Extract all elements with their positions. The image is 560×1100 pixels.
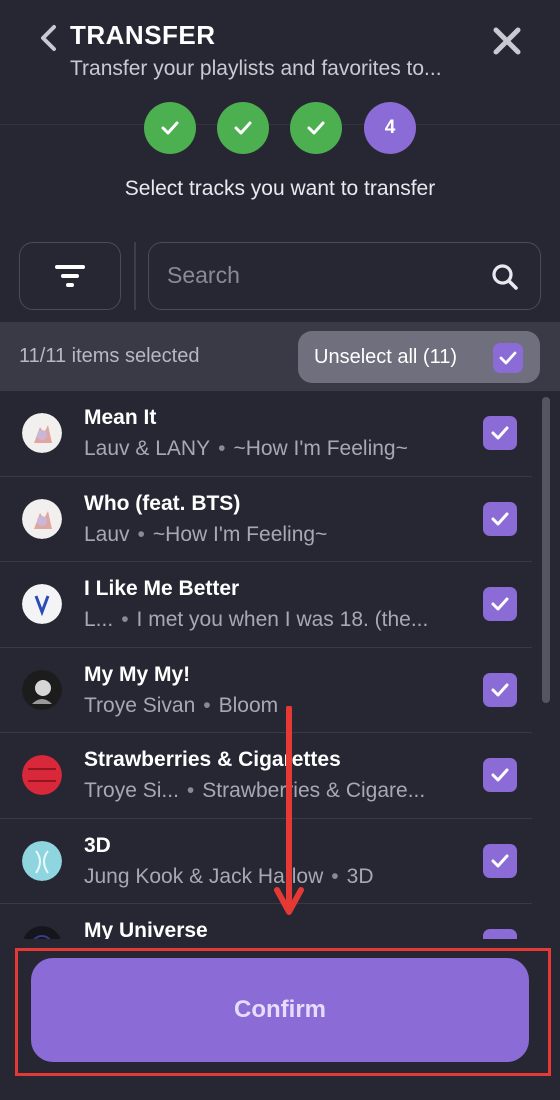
track-subtitle: Lauv • ~How I'm Feeling~ bbox=[84, 523, 327, 547]
selected-count: 11/11 items selected bbox=[19, 345, 200, 367]
unselect-all-button[interactable]: Unselect all (11) bbox=[298, 331, 540, 383]
search-icon[interactable] bbox=[491, 263, 519, 291]
track-album: Strawberries & Cigare... bbox=[202, 779, 426, 802]
track-title: Mean It bbox=[84, 406, 157, 429]
check-icon bbox=[161, 121, 179, 135]
track-title: My Universe bbox=[84, 919, 208, 939]
close-icon bbox=[493, 27, 521, 55]
check-icon bbox=[491, 512, 509, 525]
track-subtitle: Troye Si... • Strawberries & Cigare... bbox=[84, 779, 425, 803]
track-row[interactable]: I Like Me Better L... • I met you when I w… bbox=[0, 562, 532, 648]
track-artist: Lauv bbox=[84, 522, 130, 546]
step-indicator: 4 bbox=[0, 102, 560, 154]
track-row[interactable]: 3D Jung Kook & Jack Harlow • 3D bbox=[0, 819, 532, 904]
step-2-complete bbox=[217, 102, 269, 154]
separator-dot: • bbox=[186, 779, 195, 802]
track-artist: Troye Sivan bbox=[84, 693, 196, 717]
track-row[interactable]: My Universe bbox=[0, 904, 532, 939]
track-album: I met you when I was 18. (the... bbox=[136, 608, 429, 631]
check-icon bbox=[491, 426, 509, 440]
track-checkbox[interactable] bbox=[483, 672, 517, 707]
track-title: 3D bbox=[84, 833, 111, 857]
unselect-all-label: Unselect all (11) bbox=[314, 346, 458, 368]
track-checkbox[interactable] bbox=[483, 843, 517, 878]
selection-bar: 11/11 items selected Unselect all (11) bbox=[0, 322, 560, 391]
check-icon bbox=[307, 121, 325, 135]
track-album: 3D bbox=[346, 864, 374, 888]
back-button[interactable] bbox=[36, 22, 62, 54]
album-art bbox=[22, 926, 62, 939]
step-4-current: 4 bbox=[364, 102, 416, 154]
separator-dot: • bbox=[331, 864, 339, 888]
filter-icon bbox=[55, 265, 85, 287]
track-album: Bloom bbox=[218, 693, 279, 717]
album-art bbox=[22, 498, 62, 539]
step-3-complete bbox=[290, 102, 342, 154]
track-title: My My My! bbox=[84, 662, 191, 686]
album-art bbox=[22, 755, 62, 795]
track-row[interactable]: Strawberries & Cigarettes Troye Si... • St… bbox=[0, 733, 532, 819]
track-title: I Like Me Better bbox=[84, 577, 240, 600]
track-subtitle: Lauv & LANY • ~How I'm Feeling~ bbox=[84, 437, 408, 461]
instructions-text: Select tracks you want to transfer bbox=[124, 177, 436, 200]
track-checkbox[interactable] bbox=[483, 587, 517, 621]
unselect-all-checkbox[interactable] bbox=[493, 343, 523, 373]
track-checkbox[interactable] bbox=[483, 758, 517, 792]
close-button[interactable] bbox=[492, 26, 522, 56]
album-art bbox=[22, 840, 62, 881]
filter-button[interactable] bbox=[19, 242, 121, 310]
track-artist: Troye Si... bbox=[84, 779, 179, 802]
album-art bbox=[22, 584, 62, 624]
annotation-arrow-icon bbox=[274, 706, 304, 915]
track-checkbox[interactable] bbox=[483, 929, 517, 939]
confirm-button[interactable]: Confirm bbox=[31, 958, 529, 1062]
track-subtitle: Jung Kook & Jack Harlow • 3D bbox=[84, 865, 374, 889]
check-icon bbox=[234, 121, 252, 135]
check-icon bbox=[491, 768, 509, 782]
check-icon bbox=[491, 683, 509, 696]
track-checkbox[interactable] bbox=[483, 416, 517, 450]
track-artist: Lauv & LANY bbox=[84, 437, 211, 460]
track-subtitle: L... • I met you when I was 18. (the... bbox=[84, 608, 428, 632]
page-subtitle: Transfer your playlists and favorites to… bbox=[70, 57, 442, 80]
track-title: Who (feat. BTS) bbox=[84, 491, 241, 515]
check-icon bbox=[499, 351, 517, 365]
check-icon bbox=[491, 854, 509, 867]
separator-dot: • bbox=[121, 608, 129, 631]
track-album: ~How I'm Feeling~ bbox=[152, 522, 328, 546]
track-row[interactable]: Who (feat. BTS) Lauv • ~How I'm Feeling~ bbox=[0, 477, 532, 562]
chevron-left-icon bbox=[41, 25, 56, 51]
list-scrollbar[interactable] bbox=[542, 397, 550, 703]
separator-dot: • bbox=[137, 522, 145, 546]
step-1-complete bbox=[144, 102, 196, 154]
search-input[interactable] bbox=[167, 243, 477, 308]
check-icon bbox=[491, 597, 509, 611]
track-album: ~How I'm Feeling~ bbox=[233, 437, 408, 460]
album-art bbox=[22, 669, 62, 710]
track-artist: L... bbox=[84, 608, 114, 631]
page-title: TRANSFER bbox=[70, 20, 216, 50]
separator-dot: • bbox=[218, 437, 226, 460]
album-art bbox=[22, 413, 62, 453]
track-subtitle: Troye Sivan • Bloom bbox=[84, 694, 278, 718]
separator-dot: • bbox=[203, 693, 211, 717]
divider bbox=[134, 242, 136, 310]
track-checkbox[interactable] bbox=[483, 501, 517, 536]
search-box[interactable] bbox=[148, 242, 541, 310]
track-row[interactable]: My My My! Troye Sivan • Bloom bbox=[0, 648, 532, 733]
track-row[interactable]: Mean It Lauv & LANY • ~How I'm Feeling~ bbox=[0, 391, 532, 477]
